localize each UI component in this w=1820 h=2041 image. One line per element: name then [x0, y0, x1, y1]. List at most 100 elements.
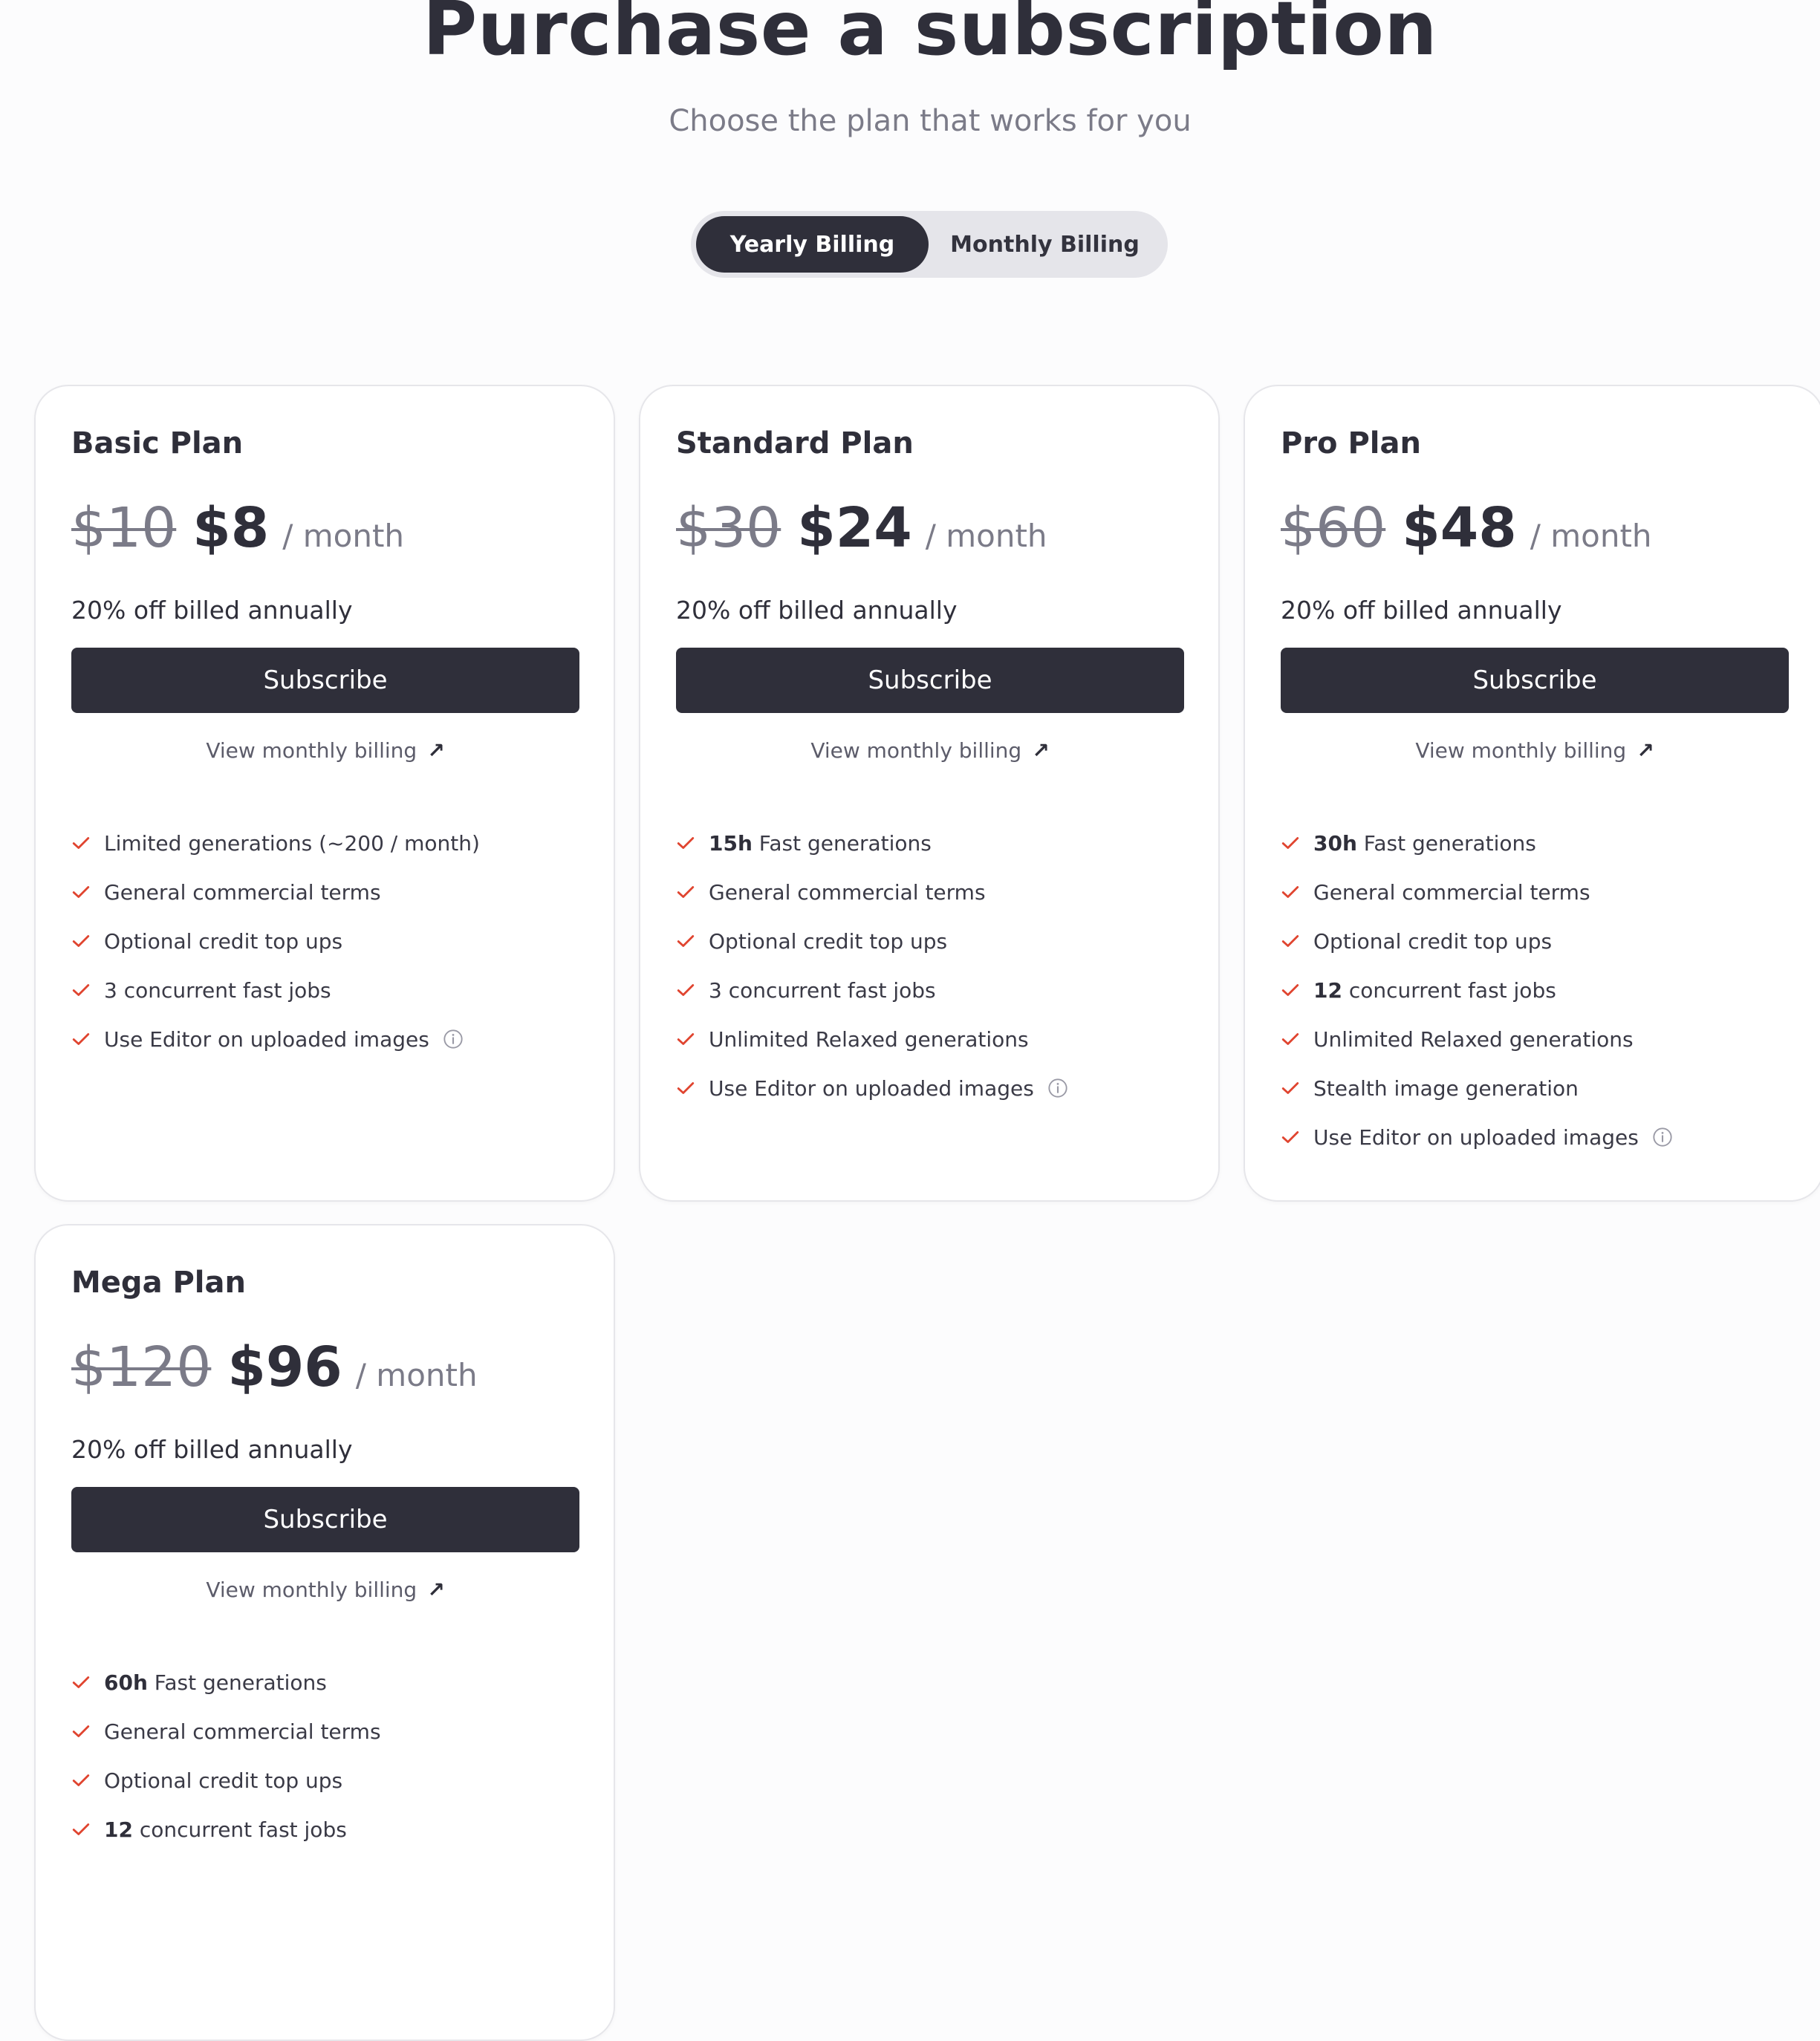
- feature-item: 12 concurrent fast jobs: [71, 1805, 381, 1854]
- info-icon[interactable]: [443, 1029, 464, 1049]
- feature-text: Stealth image generation: [1313, 1076, 1579, 1101]
- feature-label: 3 concurrent fast jobs: [709, 977, 936, 1003]
- discount-note: 20% off billed annually: [71, 1435, 353, 1464]
- plan-card-basic: Basic Plan $10 $8 / month 20% off billed ann…: [34, 385, 615, 1202]
- check-icon: [677, 886, 695, 898]
- feature-label: Fast generations: [752, 830, 932, 856]
- subscribe-button[interactable]: Subscribe: [71, 648, 579, 713]
- view-monthly-billing-link[interactable]: View monthly billing ↗: [1281, 738, 1789, 763]
- plan-name: Mega Plan: [71, 1266, 246, 1300]
- feature-label: Optional credit top ups: [104, 1768, 343, 1793]
- feature-item: Use Editor on uploaded images: [1281, 1113, 1673, 1162]
- feature-item: General commercial terms: [1281, 867, 1673, 917]
- arrow-up-right-icon: ↗: [427, 738, 445, 763]
- feature-text: Unlimited Relaxed generations: [709, 1027, 1029, 1052]
- feature-item: General commercial terms: [71, 1707, 381, 1756]
- price-row: $60 $48 / month: [1281, 496, 1652, 560]
- check-icon: [72, 984, 90, 996]
- check-icon: [72, 1774, 90, 1786]
- feature-text: 12 concurrent fast jobs: [1313, 978, 1556, 1003]
- subscribe-button[interactable]: Subscribe: [71, 1487, 579, 1552]
- feature-text: General commercial terms: [709, 880, 986, 905]
- check-icon: [1281, 1082, 1299, 1094]
- plan-card-mega: Mega Plan $120 $96 / month 20% off billed an…: [34, 1224, 615, 2041]
- feature-text: 15h Fast generations: [709, 831, 932, 856]
- feature-list: Limited generations (~200 / month) Genera…: [71, 818, 480, 1064]
- feature-text: General commercial terms: [1313, 880, 1590, 905]
- check-icon: [72, 886, 90, 898]
- feature-item: 3 concurrent fast jobs: [676, 966, 1068, 1015]
- check-icon: [1281, 935, 1299, 947]
- page-subtitle: Choose the plan that works for you: [669, 104, 1192, 138]
- feature-text: Optional credit top ups: [1313, 929, 1552, 954]
- feature-list: 15h Fast generations General commercial t…: [676, 818, 1068, 1113]
- monthly-billing-toggle[interactable]: Monthly Billing: [929, 216, 1161, 273]
- view-monthly-billing-link[interactable]: View monthly billing ↗: [676, 738, 1184, 763]
- check-icon: [677, 837, 695, 849]
- current-price: $48: [1402, 496, 1517, 560]
- feature-item: Optional credit top ups: [71, 917, 480, 966]
- page-title: Purchase a subscription: [423, 0, 1437, 72]
- plan-card-standard: Standard Plan $30 $24 / month 20% off billed…: [639, 385, 1220, 1202]
- feature-label: Use Editor on uploaded images: [104, 1026, 429, 1052]
- check-icon: [1281, 984, 1299, 996]
- price-period: / month: [282, 518, 405, 554]
- feature-label: Unlimited Relaxed generations: [1313, 1026, 1634, 1052]
- view-monthly-billing-link[interactable]: View monthly billing ↗: [71, 738, 579, 763]
- feature-item: General commercial terms: [676, 867, 1068, 917]
- feature-label: Fast generations: [1356, 830, 1536, 856]
- feature-label: Use Editor on uploaded images: [1313, 1124, 1639, 1150]
- check-icon: [677, 935, 695, 947]
- view-monthly-billing-label: View monthly billing: [206, 1578, 417, 1602]
- plan-name: Standard Plan: [676, 426, 914, 460]
- plan-name: Basic Plan: [71, 426, 244, 460]
- feature-highlight: 12: [1313, 977, 1342, 1003]
- feature-item: 60h Fast generations: [71, 1658, 381, 1707]
- check-icon: [72, 837, 90, 849]
- feature-text: Unlimited Relaxed generations: [1313, 1027, 1634, 1052]
- info-icon[interactable]: [1652, 1127, 1673, 1148]
- billing-toggle: Yearly Billing Monthly Billing: [691, 211, 1168, 278]
- feature-item: General commercial terms: [71, 867, 480, 917]
- check-icon: [1281, 886, 1299, 898]
- feature-item: Use Editor on uploaded images: [71, 1015, 480, 1064]
- yearly-billing-toggle[interactable]: Yearly Billing: [696, 216, 929, 273]
- feature-text: Use Editor on uploaded images: [1313, 1125, 1639, 1150]
- check-icon: [72, 1725, 90, 1737]
- arrow-up-right-icon: ↗: [427, 1578, 445, 1602]
- view-monthly-billing-link[interactable]: View monthly billing ↗: [71, 1578, 579, 1602]
- original-price: $30: [676, 496, 781, 560]
- discount-note: 20% off billed annually: [676, 596, 958, 625]
- current-price: $24: [797, 496, 912, 560]
- feature-label: Optional credit top ups: [104, 928, 343, 954]
- feature-label: Fast generations: [147, 1670, 327, 1695]
- price-period: / month: [355, 1357, 478, 1393]
- feature-label: Stealth image generation: [1313, 1075, 1579, 1101]
- arrow-up-right-icon: ↗: [1032, 738, 1050, 763]
- arrow-up-right-icon: ↗: [1637, 738, 1654, 763]
- feature-item: Optional credit top ups: [676, 917, 1068, 966]
- feature-text: General commercial terms: [104, 1719, 381, 1744]
- feature-label: Use Editor on uploaded images: [709, 1075, 1034, 1101]
- discount-note: 20% off billed annually: [71, 596, 353, 625]
- view-monthly-billing-label: View monthly billing: [1415, 738, 1627, 763]
- subscribe-button[interactable]: Subscribe: [676, 648, 1184, 713]
- feature-text: 3 concurrent fast jobs: [104, 978, 331, 1003]
- feature-list: 60h Fast generations General commercial t…: [71, 1658, 381, 1854]
- feature-label: concurrent fast jobs: [1342, 977, 1556, 1003]
- feature-label: General commercial terms: [104, 1719, 381, 1744]
- feature-item: Unlimited Relaxed generations: [1281, 1015, 1673, 1064]
- feature-item: Limited generations (~200 / month): [71, 818, 480, 867]
- subscribe-button[interactable]: Subscribe: [1281, 648, 1789, 713]
- feature-highlight: 30h: [1313, 830, 1357, 856]
- feature-label: Limited generations (~200 / month): [104, 830, 480, 856]
- feature-label: 3 concurrent fast jobs: [104, 977, 331, 1003]
- feature-item: 15h Fast generations: [676, 818, 1068, 867]
- info-icon[interactable]: [1047, 1078, 1068, 1098]
- feature-label: Optional credit top ups: [1313, 928, 1553, 954]
- feature-highlight: 60h: [104, 1670, 148, 1695]
- current-price: $96: [227, 1335, 342, 1399]
- feature-text: Use Editor on uploaded images: [104, 1027, 429, 1052]
- feature-text: Optional credit top ups: [104, 1768, 342, 1793]
- check-icon: [72, 1676, 90, 1688]
